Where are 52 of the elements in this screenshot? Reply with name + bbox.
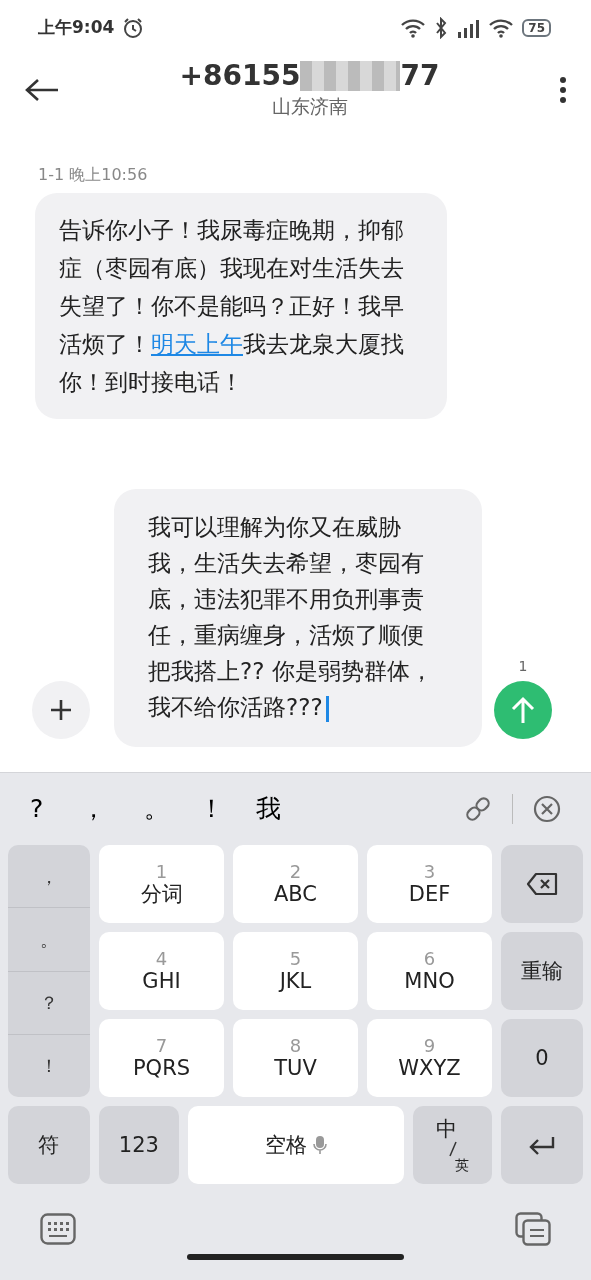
microphone-icon (313, 1135, 327, 1155)
message-bubble: 告诉你小子！我尿毒症晚期，抑郁症（枣园有底）我现在对生活失去失望了！你不是能吗？正好！我早活烦了！明天上午我去龙泉大厦找你！到时接电话！ (35, 193, 447, 419)
keypad-key[interactable]: 9 WXYZ (367, 1019, 492, 1097)
candidate-word[interactable]: 。 (144, 790, 170, 828)
text-cursor (325, 695, 329, 722)
keyboard-icon[interactable] (40, 1213, 76, 1245)
punctuation-key[interactable]: ， (8, 845, 90, 909)
keypad-key[interactable]: 2 ABC (233, 845, 358, 923)
enter-icon (528, 1135, 557, 1155)
candidate-word[interactable]: ? (30, 790, 44, 828)
plus-icon (50, 699, 72, 721)
bluetooth-icon (434, 16, 449, 39)
symbols-key[interactable]: 符 (8, 1106, 90, 1184)
keypad-key[interactable]: 4 GHI (99, 932, 224, 1010)
contact-location: 山东济南 (270, 93, 349, 119)
keypad-key[interactable]: 1 分词 (99, 845, 224, 923)
send-button[interactable] (494, 681, 552, 739)
numbers-key[interactable]: 123 (98, 1106, 180, 1184)
more-options-icon[interactable] (559, 76, 567, 104)
keypad-key[interactable]: 3 DEF (367, 845, 492, 923)
punctuation-key[interactable]: 。 (8, 908, 90, 972)
message-timestamp: 1-1 晚上10:56 (38, 164, 149, 186)
keypad-key[interactable]: 6 MNO (367, 932, 492, 1010)
backspace-key[interactable] (501, 845, 583, 923)
back-arrow-icon[interactable] (24, 77, 60, 103)
phone-number: 77 (400, 59, 440, 92)
clipboard-icon[interactable] (515, 1212, 551, 1246)
candidate-word[interactable]: ， (81, 790, 107, 828)
wifi-icon (488, 17, 515, 38)
backspace-icon (526, 872, 558, 896)
keypad-key[interactable]: 8 TUV (233, 1019, 358, 1097)
message-count: 1 (518, 657, 528, 676)
battery-level: 75 (522, 18, 551, 37)
slash-icon (448, 1141, 457, 1157)
punctuation-key[interactable]: ！ (8, 1034, 90, 1097)
reenter-key[interactable]: 重输 (501, 932, 583, 1010)
zero-key[interactable]: 0 (501, 1019, 583, 1097)
punctuation-key[interactable]: ？ (8, 971, 90, 1035)
alarm-clock-icon (122, 16, 145, 39)
keypad-key[interactable]: 7 PQRS (99, 1019, 224, 1097)
candidate-word[interactable]: ！ (199, 790, 225, 828)
candidate-word[interactable]: 我 (256, 790, 282, 828)
link-icon[interactable] (464, 795, 492, 823)
keypad-key[interactable]: 5 JKL (233, 932, 358, 1010)
language-switch-key[interactable]: 中 英 (412, 1106, 493, 1184)
status-time: 上午9:04 (38, 15, 115, 39)
space-key[interactable]: 空格 (188, 1106, 404, 1184)
phone-number: +86155 (179, 59, 301, 92)
message-input[interactable]: 我可以理解为你又在威胁我，生活失去希望，枣园有底，违法犯罪不用负刑事责任，重病缠身，活烦了顺便把我搭上?? 你是弱势群体，我不给你活路??? (114, 489, 482, 747)
wifi-icon (400, 17, 427, 38)
close-icon[interactable] (533, 795, 561, 823)
up-arrow-icon (510, 696, 536, 724)
